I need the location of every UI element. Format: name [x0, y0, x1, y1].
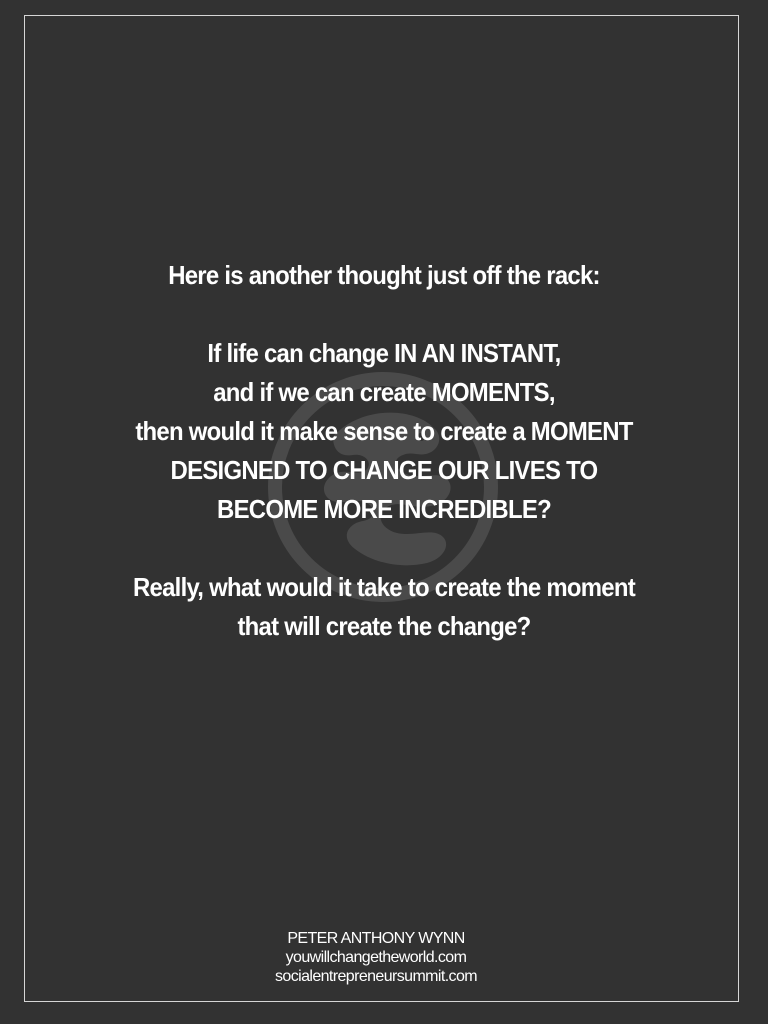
quote-line: DESIGNED TO CHANGE OUR LIVES TO	[170, 455, 599, 485]
quote-line: then would it make sense to create a MOM…	[135, 416, 633, 446]
quote-line: that will create the change?	[237, 611, 531, 641]
quote-intro: Here is another thought just off the rac…	[168, 260, 600, 290]
website-link: socialentrepreneursummit.com	[275, 968, 478, 985]
credits-block: PETER ANTHONY WYNN youwillchangetheworld…	[176, 929, 576, 986]
website-link: youwillchangetheworld.com	[285, 949, 467, 966]
quote-line: BECOME MORE INCREDIBLE?	[217, 494, 552, 524]
quote-line: Really, what would it take to create the…	[133, 572, 636, 602]
quote-line: and if we can create MOMENTS,	[213, 377, 555, 407]
author-name: PETER ANTHONY WYNN	[287, 930, 465, 947]
quote-line: If life can change IN AN INSTANT,	[207, 338, 561, 368]
quote-block: Here is another thought just off the rac…	[58, 256, 709, 646]
